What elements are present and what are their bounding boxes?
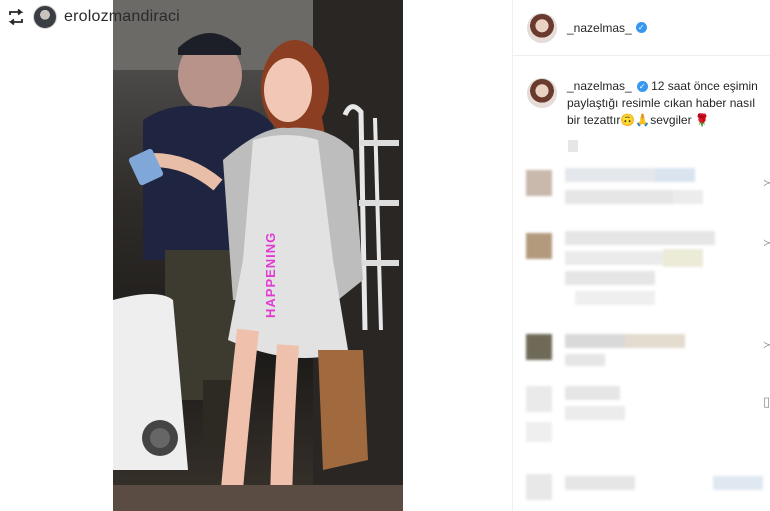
post-media: erolozmandiraci HAPPENING	[0, 0, 512, 511]
verified-icon: ✓	[635, 22, 647, 33]
blurred-marker	[568, 140, 578, 152]
comment-blurred	[513, 160, 770, 220]
header-avatar[interactable]	[527, 12, 557, 43]
comment-blurred	[513, 380, 770, 460]
comment-more-icon[interactable]: ▯	[763, 394, 770, 410]
comment-more-icon[interactable]: ≻	[763, 340, 770, 351]
repost-username[interactable]: erolozmandiraci	[64, 8, 180, 26]
header-username[interactable]: _nazelmas_	[567, 21, 632, 35]
caption-text-block: _nazelmas_ ✓ 12 saat önce eşimin paylaştı…	[567, 78, 765, 129]
comment-more-icon[interactable]: ≻	[763, 238, 770, 249]
repost-avatar[interactable]	[33, 5, 57, 29]
photo-illustration	[113, 0, 403, 511]
caption-avatar[interactable]	[527, 78, 557, 108]
caption: _nazelmas_ ✓ 12 saat önce eşimin paylaştı…	[527, 78, 765, 129]
comment-more-icon[interactable]: ≻	[763, 178, 770, 189]
comment-blurred	[513, 470, 770, 505]
verified-icon: ✓	[636, 81, 648, 93]
photo-overlay-text: HAPPENING	[263, 231, 278, 318]
comments-panel: _nazelmas_ ✓ _nazelmas_ ✓ 12 saat önce eş…	[512, 0, 770, 511]
post-header: _nazelmas_ ✓	[513, 0, 770, 56]
repost-icon	[6, 7, 26, 27]
post-photo[interactable]: HAPPENING	[113, 0, 403, 511]
comment-blurred	[513, 225, 770, 325]
caption-username[interactable]: _nazelmas_	[567, 79, 632, 93]
repost-bar: erolozmandiraci	[6, 4, 180, 30]
comment-blurred	[513, 330, 770, 375]
